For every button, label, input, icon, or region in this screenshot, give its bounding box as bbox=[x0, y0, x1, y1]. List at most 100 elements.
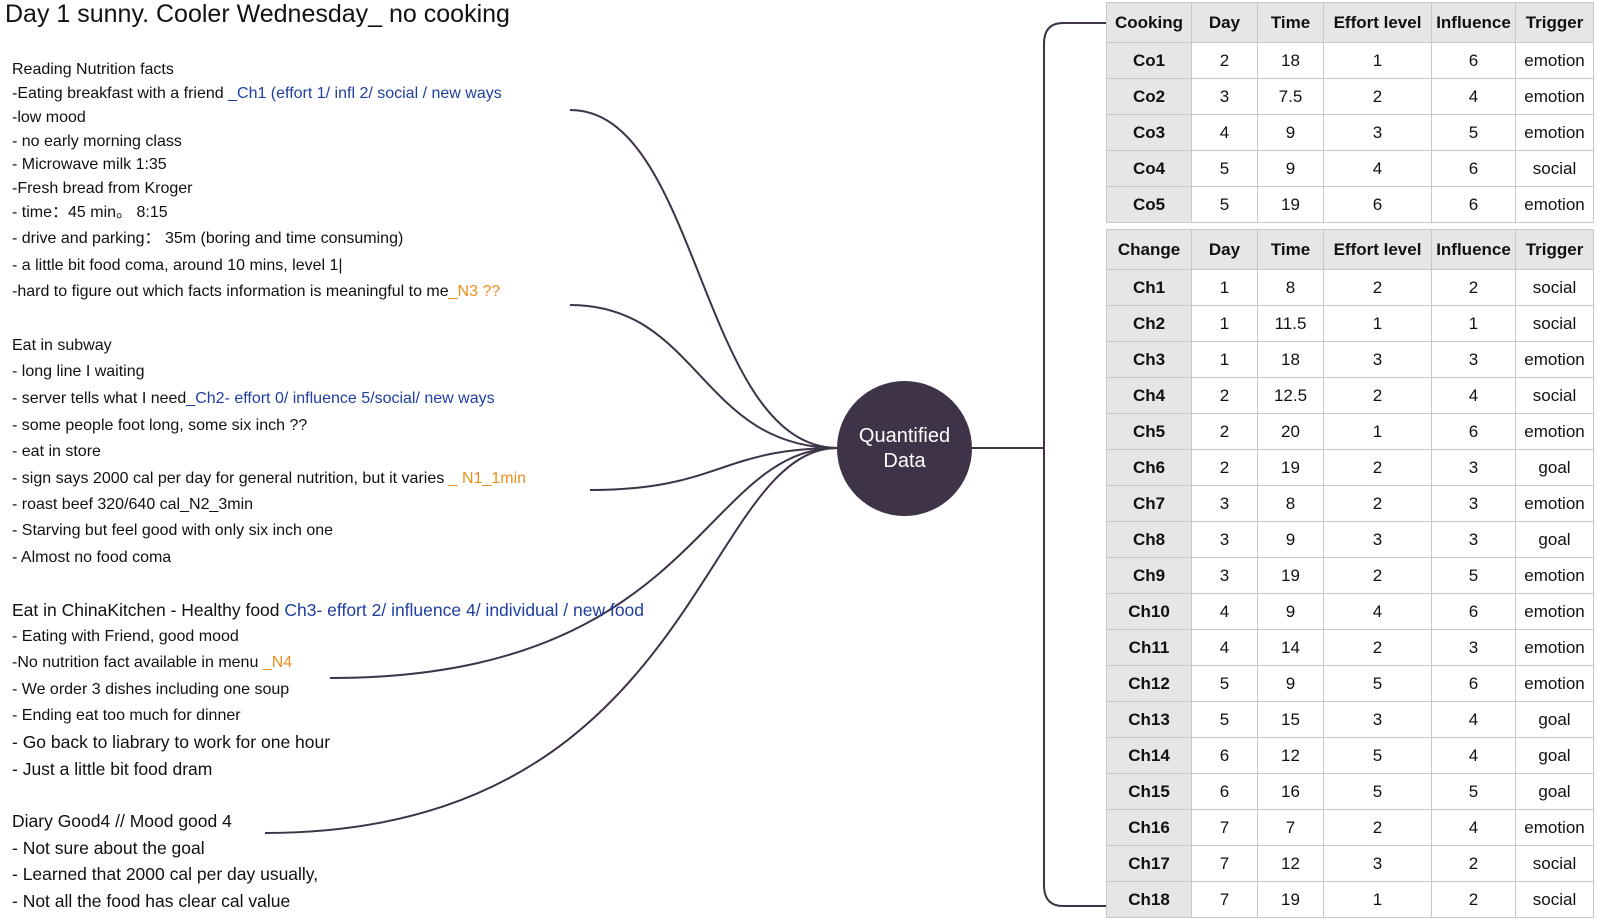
table-cell: 8 bbox=[1257, 269, 1324, 306]
note-line: - Go back to liabrary to work for one ho… bbox=[12, 732, 330, 752]
note-text: -low mood bbox=[12, 109, 86, 126]
table-cell: emotion bbox=[1515, 593, 1594, 630]
note-text: - eat in store bbox=[12, 443, 101, 460]
table-cell: 7 bbox=[1191, 845, 1258, 882]
table-cell: 7 bbox=[1191, 809, 1258, 846]
table-cell: 1 bbox=[1191, 269, 1258, 306]
table-cell: emotion bbox=[1515, 78, 1594, 115]
row-id-cell: Ch17 bbox=[1106, 845, 1192, 882]
table-cell: goal bbox=[1515, 701, 1594, 738]
table-cell: 3 bbox=[1323, 521, 1432, 558]
note-line: - Not sure about the goal bbox=[12, 838, 205, 858]
row-id-cell: Ch7 bbox=[1106, 485, 1192, 522]
table-cell: social bbox=[1515, 150, 1594, 187]
note-line: - Microwave milk 1:35 bbox=[12, 155, 167, 175]
connector-line bbox=[589, 447, 839, 491]
connector-line bbox=[569, 109, 839, 449]
table-cell: 5 bbox=[1431, 773, 1516, 810]
note-tag: _ N1_1min bbox=[448, 470, 527, 487]
table-cell: 12.5 bbox=[1257, 377, 1324, 414]
table-cell: 6 bbox=[1191, 773, 1258, 810]
table-cell: 1 bbox=[1323, 413, 1432, 450]
row-id-cell: Ch5 bbox=[1106, 413, 1192, 450]
table-cell: 4 bbox=[1431, 701, 1516, 738]
table-row: Ch10 4 9 4 6 emotion bbox=[1106, 593, 1594, 630]
note-line: -hard to figure out which facts informat… bbox=[12, 282, 500, 302]
table-row: Ch9 3 19 2 5 emotion bbox=[1106, 557, 1594, 594]
cooking-table: Cooking Day Time Effort level Influence Trigg… bbox=[1106, 2, 1594, 223]
table-cell: 2 bbox=[1323, 809, 1432, 846]
table-cell: 15 bbox=[1257, 701, 1324, 738]
connector-line bbox=[569, 304, 839, 449]
table-cell: 2 bbox=[1191, 42, 1258, 79]
column-header: Time bbox=[1257, 2, 1324, 43]
table-cell: 2 bbox=[1323, 557, 1432, 594]
table-cell: 6 bbox=[1431, 186, 1516, 223]
note-text: - drive and parking： 35m (boring and tim… bbox=[12, 230, 404, 247]
table-row: Ch12 5 9 5 6 emotion bbox=[1106, 665, 1594, 702]
row-id-cell: Ch3 bbox=[1106, 341, 1192, 378]
note-text: - Go back to liabrary to work for one ho… bbox=[12, 732, 331, 752]
table-cell: 11.5 bbox=[1257, 305, 1324, 342]
column-header: Influence bbox=[1431, 229, 1516, 270]
note-line: - Almost no food coma bbox=[12, 548, 171, 568]
table-cell: 19 bbox=[1257, 881, 1324, 918]
note-text: Eat in ChinaKitchen - Healthy food bbox=[12, 600, 285, 620]
note-line: Eat in ChinaKitchen - Healthy food Ch3- … bbox=[12, 600, 644, 620]
column-header: Trigger bbox=[1515, 229, 1594, 270]
note-text: - We order 3 dishes including one soup bbox=[12, 681, 290, 698]
table-cell: 5 bbox=[1431, 114, 1516, 151]
note-text: -No nutrition fact available in menu bbox=[12, 654, 263, 671]
row-id-cell: Ch12 bbox=[1106, 665, 1192, 702]
table-cell: 3 bbox=[1323, 114, 1432, 151]
note-tag: _N3 ?? bbox=[448, 283, 501, 300]
note-text: - long line I waiting bbox=[12, 363, 145, 380]
column-header: Cooking bbox=[1106, 2, 1192, 43]
table-cell: 2 bbox=[1191, 449, 1258, 486]
column-header: Time bbox=[1257, 229, 1324, 270]
table-row: Ch6 2 19 2 3 goal bbox=[1106, 449, 1594, 486]
note-text: - Eating with Friend, good mood bbox=[12, 628, 239, 645]
table-cell: emotion bbox=[1515, 809, 1594, 846]
table-cell: emotion bbox=[1515, 665, 1594, 702]
note-text: -Eating breakfast with a friend bbox=[12, 85, 229, 102]
table-cell: 5 bbox=[1191, 186, 1258, 223]
row-id-cell: Ch6 bbox=[1106, 449, 1192, 486]
table-cell: 2 bbox=[1323, 78, 1432, 115]
table-cell: 4 bbox=[1191, 629, 1258, 666]
table-cell: 4 bbox=[1191, 114, 1258, 151]
row-id-cell: Co4 bbox=[1106, 150, 1192, 187]
row-id-cell: Ch9 bbox=[1106, 557, 1192, 594]
table-row: Co4 5 9 4 6 social bbox=[1106, 150, 1594, 187]
table-cell: social bbox=[1515, 269, 1594, 306]
column-header: Effort level bbox=[1323, 2, 1432, 43]
table-cell: 1 bbox=[1431, 305, 1516, 342]
table-cell: 3 bbox=[1191, 78, 1258, 115]
page-title: Day 1 sunny. Cooler Wednesday_ no cookin… bbox=[5, 0, 510, 28]
table-cell: 6 bbox=[1431, 413, 1516, 450]
table-cell: social bbox=[1515, 881, 1594, 918]
note-line: -low mood bbox=[12, 108, 86, 128]
table-cell: 5 bbox=[1191, 665, 1258, 702]
table-cell: 4 bbox=[1323, 593, 1432, 630]
table-row: Ch5 2 20 1 6 emotion bbox=[1106, 413, 1594, 450]
table-cell: 12 bbox=[1257, 845, 1324, 882]
note-text: - Not all the food has clear cal value bbox=[12, 891, 291, 911]
table-cell: 19 bbox=[1257, 186, 1324, 223]
table-cell: 2 bbox=[1191, 413, 1258, 450]
note-line: - Just a little bit food dram bbox=[12, 759, 212, 779]
table-cell: 2 bbox=[1431, 845, 1516, 882]
table-cell: 3 bbox=[1431, 485, 1516, 522]
table-cell: 1 bbox=[1323, 42, 1432, 79]
table-cell: goal bbox=[1515, 449, 1594, 486]
table-cell: 3 bbox=[1431, 629, 1516, 666]
note-text: - Almost no food coma bbox=[12, 549, 172, 566]
table-row: Ch13 5 15 3 4 goal bbox=[1106, 701, 1594, 738]
table-cell: 2 bbox=[1323, 377, 1432, 414]
table-row: Ch1 1 8 2 2 social bbox=[1106, 269, 1594, 306]
table-cell: 19 bbox=[1257, 449, 1324, 486]
table-row: Ch8 3 9 3 3 goal bbox=[1106, 521, 1594, 558]
table-cell: 6 bbox=[1431, 150, 1516, 187]
note-text: - time：45 min。 8:15 bbox=[12, 204, 168, 221]
note-text: - Not sure about the goal bbox=[12, 838, 205, 858]
